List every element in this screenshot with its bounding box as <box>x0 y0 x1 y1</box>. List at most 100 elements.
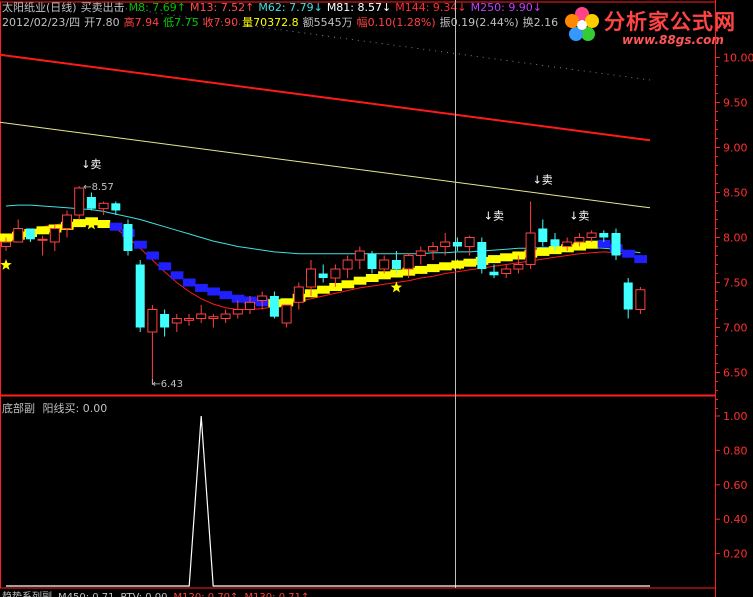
candle-body-up <box>208 316 219 320</box>
candle-body-up <box>354 250 365 261</box>
trend-band-segment <box>426 264 440 273</box>
candle-body-up <box>1 241 11 247</box>
candle-body-down <box>123 224 133 251</box>
candle-body-down <box>318 273 328 278</box>
trend-band-segment <box>487 255 501 264</box>
trend-band-segment <box>414 265 428 274</box>
candle-body-down <box>489 271 499 276</box>
candle-body-up <box>513 264 524 270</box>
trend-band-segment <box>500 253 513 262</box>
price-tick-label: 9.00 <box>723 142 748 155</box>
trend-band-segment <box>622 249 635 258</box>
price-tick-label: 7.00 <box>723 322 748 335</box>
candle-body-up <box>196 313 207 319</box>
candle-body-up <box>232 309 243 315</box>
trend-band-segment <box>353 276 367 285</box>
price-tick-label: 10.00 <box>723 52 753 65</box>
trend-band-segment <box>170 271 184 280</box>
trend-band-segment <box>317 285 330 294</box>
sell-marker: ↓卖 <box>569 210 589 223</box>
sub-tick-label: 1.00 <box>723 410 748 423</box>
candle-body-up <box>147 309 158 333</box>
candle-body-up <box>464 237 475 247</box>
buy-star-icon <box>0 259 12 270</box>
sub-tick-label: 0.60 <box>723 479 748 492</box>
candle-body-up <box>635 289 646 311</box>
price-tick-label: 6.50 <box>723 367 748 380</box>
trend-band-segment <box>463 258 477 267</box>
sub-tick-label: 0.80 <box>723 444 748 457</box>
candle-body-up <box>245 301 255 310</box>
sell-marker: ↓卖 <box>533 174 553 187</box>
sub-panel-name: 底部副 <box>2 402 35 415</box>
sub-panel-frame <box>0 395 716 589</box>
candle-body-up <box>257 295 268 301</box>
candle-body-up <box>562 241 573 247</box>
trend-band-segment <box>195 283 208 292</box>
footer-label-2: PTV: 0.00 <box>121 592 168 597</box>
candle-body-up <box>171 318 182 324</box>
candle-body-up <box>574 237 585 243</box>
sell-marker: ↓卖 <box>484 210 504 223</box>
candle-body-down <box>611 233 621 256</box>
candle-body-up <box>415 250 426 256</box>
candle-body-down <box>25 228 35 240</box>
high-price-label: ←8.57 <box>83 182 114 193</box>
trend-band-segment <box>219 291 233 300</box>
trend-band-segment <box>536 247 550 256</box>
candle-body-down <box>550 239 560 247</box>
price-tick-label: 9.50 <box>723 97 748 110</box>
candle-body-up <box>428 246 438 252</box>
sub-panel-indicator: 阳线买: 0.00 <box>42 402 108 415</box>
trend-band-segment <box>73 219 86 228</box>
sub-tick-label: 0.20 <box>723 548 748 561</box>
sub-tick-label: 0.40 <box>723 513 748 526</box>
sub-signal-line <box>6 415 650 587</box>
candle-body-up <box>184 318 194 321</box>
trend-band-segment <box>109 222 123 231</box>
candle-body-down <box>135 264 145 328</box>
trend-band-segment <box>439 262 452 271</box>
footer-indicators: 趋势系列副 M450: 0.71 PTV: 0.00 M120: 0.70↑ M130:… <box>2 588 315 597</box>
trend-band-segment <box>36 226 50 235</box>
low-price-label: ←6.43 <box>152 379 183 390</box>
candle-body-up <box>220 313 231 319</box>
price-chart[interactable]: 10.00 9.50 9.00 8.50 8.00 7.50 7.00 6.50 ↓卖 ↓卖 ↓卖 ↓… <box>0 0 753 597</box>
price-tick-label: 7.50 <box>723 277 748 290</box>
candle-body-down <box>367 253 377 269</box>
candle-body-up <box>281 304 292 324</box>
main-panel-frame <box>0 1 716 396</box>
candle-body-up <box>330 268 341 279</box>
trend-band-segment <box>158 262 172 271</box>
candle-body-up <box>586 232 597 238</box>
candle-body-down <box>86 197 96 209</box>
candle-body-down <box>391 260 401 269</box>
price-tick-label: 8.00 <box>723 232 748 245</box>
candle-body-up <box>306 268 316 288</box>
candle-body-down <box>623 282 633 310</box>
candle-body-down <box>269 296 279 317</box>
footer-label-0: 趋势系列副 <box>2 592 52 597</box>
candle-body-up <box>293 286 304 303</box>
trend-band-segment <box>134 240 147 249</box>
trend-band-segment <box>341 280 355 289</box>
candle-body-down <box>477 242 487 269</box>
candle-body-down <box>111 203 121 211</box>
candle-body-up <box>37 238 48 241</box>
candle-body-up <box>501 268 512 274</box>
ma-long-red-line <box>0 53 651 142</box>
trend-band-segment <box>146 251 159 260</box>
candle-body-down <box>160 314 170 328</box>
sub-panel-title: 底部副 阳线买: 0.00 <box>2 400 107 416</box>
candle-body-up <box>49 228 60 243</box>
candle-body-up <box>525 232 536 265</box>
footer-label-1: M450: 0.71 <box>58 592 115 597</box>
trend-band-segment <box>207 287 220 296</box>
candle-body-up <box>98 202 109 210</box>
trend-band-segment <box>634 255 647 264</box>
ma-250-dotted-line <box>119 7 651 81</box>
sell-marker: ↓卖 <box>81 158 101 171</box>
candle-body-up <box>379 259 390 270</box>
candle-body-down <box>599 233 609 238</box>
candle-body-up <box>342 259 353 270</box>
